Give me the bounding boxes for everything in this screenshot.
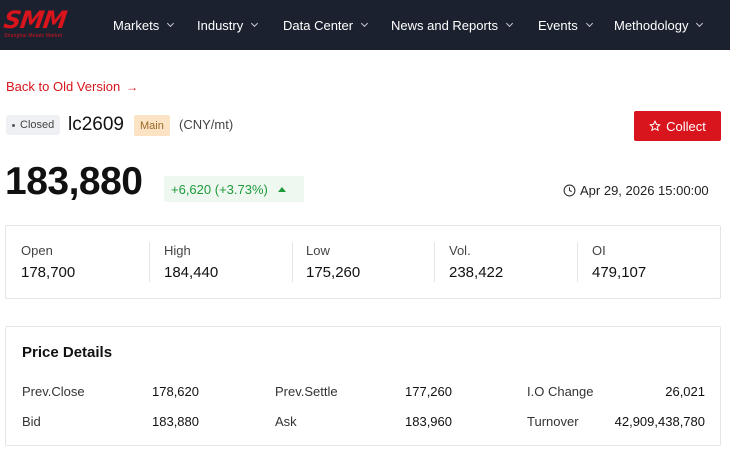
- nav-data-center-label: Data Center: [283, 17, 354, 33]
- back-link-label: Back to Old Version: [6, 79, 121, 94]
- price-change-text: +6,620 (+3.73%): [171, 181, 268, 197]
- clock-icon: [563, 184, 576, 197]
- nav-markets-label: Markets: [113, 17, 160, 33]
- detail-value-turnover: 42,909,438,780: [614, 414, 705, 429]
- detail-value-prev-settle: 177,260: [405, 384, 452, 399]
- stat-divider: [434, 242, 435, 282]
- nav-news-label: News and Reports: [391, 17, 498, 33]
- status-badge: Closed: [6, 115, 61, 135]
- chevron-down-icon: [696, 19, 704, 27]
- stat-label: OI: [592, 243, 606, 258]
- stats-card: Open 178,700 High 184,440 Low 175,260 Vo…: [5, 225, 721, 299]
- detail-label-turnover: Turnover: [527, 414, 579, 429]
- stat-value: 479,107: [592, 264, 647, 281]
- chevron-down-icon: [167, 19, 175, 27]
- stat-value: 178,700: [21, 264, 76, 281]
- last-price: 183,880: [5, 160, 143, 203]
- status-text: Closed: [20, 119, 55, 131]
- contract-symbol: lc2609: [68, 114, 124, 135]
- price-change: +6,620 (+3.73%): [164, 176, 304, 202]
- detail-value-bid: 183,880: [152, 414, 199, 429]
- price-details-title: Price Details: [22, 344, 113, 361]
- detail-value-prev-close: 178,620: [152, 384, 199, 399]
- logo-text: SMM: [2, 6, 69, 34]
- nav-industry-label: Industry: [197, 17, 244, 33]
- stat-label: Open: [21, 243, 53, 258]
- star-icon: [649, 120, 661, 131]
- detail-label-prev-settle: Prev.Settle: [275, 384, 338, 399]
- nav-news-and-reports[interactable]: News and Reports: [391, 0, 513, 50]
- stat-label: Low: [306, 243, 330, 258]
- main-contract-badge: Main: [134, 115, 170, 136]
- nav-events-label: Events: [538, 17, 578, 33]
- detail-value-ask: 183,960: [405, 414, 452, 429]
- quote-timestamp: Apr 29, 2026 15:00:00: [563, 183, 709, 198]
- detail-label-ask: Ask: [275, 414, 297, 429]
- chevron-down-icon: [251, 19, 259, 27]
- timestamp-text: Apr 29, 2026 15:00:00: [580, 183, 709, 198]
- stat-label: High: [164, 243, 191, 258]
- nav-markets[interactable]: Markets: [113, 0, 175, 50]
- detail-label-bid: Bid: [22, 414, 41, 429]
- nav-industry[interactable]: Industry: [197, 0, 259, 50]
- stat-divider: [577, 242, 578, 282]
- stat-value: 184,440: [164, 264, 219, 281]
- chevron-down-icon: [505, 19, 513, 27]
- stat-value: 175,260: [306, 264, 361, 281]
- nav-methodology[interactable]: Methodology: [614, 0, 704, 50]
- back-to-old-version-link[interactable]: Back to Old Version →: [6, 79, 138, 94]
- detail-label-prev-close: Prev.Close: [22, 384, 85, 399]
- top-navbar: SMM Shanghai Metals Market Markets Indus…: [0, 0, 730, 50]
- arrow-right-icon: →: [126, 79, 139, 94]
- collect-button[interactable]: Collect: [634, 111, 721, 141]
- stat-label: Vol.: [449, 243, 471, 258]
- collect-label: Collect: [666, 118, 706, 134]
- price-details-card: Price Details Prev.Close 178,620 Prev.Se…: [5, 326, 721, 446]
- nav-events[interactable]: Events: [538, 0, 593, 50]
- nav-methodology-label: Methodology: [614, 17, 689, 33]
- detail-label-io-change: I.O Change: [527, 384, 594, 399]
- nav-data-center[interactable]: Data Center: [283, 0, 369, 50]
- chevron-down-icon: [361, 19, 369, 27]
- stat-divider: [292, 242, 293, 282]
- triangle-up-icon: [277, 186, 286, 192]
- smm-logo[interactable]: SMM Shanghai Metals Market: [2, 6, 80, 42]
- chevron-down-icon: [585, 19, 593, 27]
- detail-value-io-change: 26,021: [665, 384, 705, 399]
- status-dot-icon: [12, 123, 15, 127]
- stat-divider: [149, 242, 150, 282]
- price-unit: (CNY/mt): [179, 117, 234, 132]
- stat-value: 238,422: [449, 264, 504, 281]
